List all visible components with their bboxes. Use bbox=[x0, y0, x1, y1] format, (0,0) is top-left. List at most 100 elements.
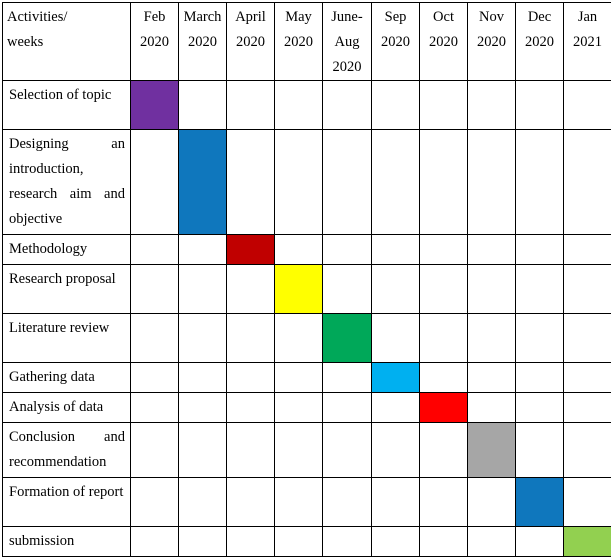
empty-cell-1-3 bbox=[275, 130, 323, 235]
empty-cell-3-9 bbox=[564, 265, 611, 314]
activity-label: Methodology bbox=[3, 235, 130, 264]
empty-cell-7-6 bbox=[420, 423, 468, 478]
month-header-line: 2020 bbox=[181, 30, 224, 55]
empty-cell-2-3 bbox=[275, 235, 323, 265]
empty-cell-2-5 bbox=[372, 235, 420, 265]
table-row: Formation of report bbox=[3, 478, 611, 527]
gantt-bar-cell-1-1 bbox=[179, 130, 227, 235]
header-cell-month-1: March2020 bbox=[179, 3, 227, 81]
empty-cell-3-8 bbox=[516, 265, 564, 314]
header-cell-activities: Activities/ weeks bbox=[3, 3, 131, 81]
empty-cell-0-7 bbox=[468, 81, 516, 130]
empty-cell-4-6 bbox=[420, 314, 468, 363]
empty-cell-2-6 bbox=[420, 235, 468, 265]
activity-label-cell-7: Conclusion and recommendation bbox=[3, 423, 131, 478]
month-header-line: May bbox=[277, 5, 320, 30]
gantt-bar-purple bbox=[131, 81, 178, 129]
empty-cell-2-0 bbox=[131, 235, 179, 265]
empty-cell-3-2 bbox=[227, 265, 275, 314]
empty-cell-5-7 bbox=[468, 363, 516, 393]
gantt-bar-light-green bbox=[564, 527, 611, 556]
header-cell-month-3: May2020 bbox=[275, 3, 323, 81]
month-header-line: 2020 bbox=[374, 30, 417, 55]
empty-cell-0-4 bbox=[323, 81, 372, 130]
gantt-bar-blue bbox=[179, 130, 226, 234]
empty-cell-5-4 bbox=[323, 363, 372, 393]
empty-cell-9-1 bbox=[179, 527, 227, 557]
gantt-chart-container: Activities/ weeks Feb2020March2020April2… bbox=[0, 2, 611, 531]
activity-label: Gathering data bbox=[3, 363, 130, 392]
empty-cell-9-6 bbox=[420, 527, 468, 557]
corner-header-text: Activities/ weeks bbox=[3, 3, 130, 55]
empty-cell-2-9 bbox=[564, 235, 611, 265]
table-row: Literature review bbox=[3, 314, 611, 363]
empty-cell-7-8 bbox=[516, 423, 564, 478]
empty-cell-4-5 bbox=[372, 314, 420, 363]
empty-cell-1-4 bbox=[323, 130, 372, 235]
empty-cell-5-3 bbox=[275, 363, 323, 393]
month-header-text: Oct2020 bbox=[420, 3, 467, 55]
table-row: Conclusion and recommendation bbox=[3, 423, 611, 478]
empty-cell-8-3 bbox=[275, 478, 323, 527]
empty-cell-3-4 bbox=[323, 265, 372, 314]
empty-cell-7-9 bbox=[564, 423, 611, 478]
empty-cell-8-4 bbox=[323, 478, 372, 527]
empty-cell-6-4 bbox=[323, 393, 372, 423]
activity-label-cell-0: Selection of topic bbox=[3, 81, 131, 130]
empty-cell-8-9 bbox=[564, 478, 611, 527]
month-header-line: Dec bbox=[518, 5, 561, 30]
month-header-line: April bbox=[229, 5, 272, 30]
gantt-bar-cell-0-0 bbox=[131, 81, 179, 130]
gantt-bar-cell-4-4 bbox=[323, 314, 372, 363]
gantt-table: Activities/ weeks Feb2020March2020April2… bbox=[2, 2, 611, 557]
month-header-text: March2020 bbox=[179, 3, 226, 55]
header-cell-month-8: Dec2020 bbox=[516, 3, 564, 81]
activity-label: submission bbox=[3, 527, 130, 556]
month-header-line: 2020 bbox=[229, 30, 272, 55]
activity-label: Selection of topic bbox=[3, 81, 130, 110]
empty-cell-1-9 bbox=[564, 130, 611, 235]
activity-label: Literature review bbox=[3, 314, 130, 343]
empty-cell-7-2 bbox=[227, 423, 275, 478]
month-header-line: 2020 bbox=[277, 30, 320, 55]
header-cell-month-7: Nov2020 bbox=[468, 3, 516, 81]
month-header-text: Jan2021 bbox=[564, 3, 611, 55]
month-header-line: 2020 bbox=[133, 30, 176, 55]
month-header-text: Feb2020 bbox=[131, 3, 178, 55]
empty-cell-1-2 bbox=[227, 130, 275, 235]
empty-cell-7-4 bbox=[323, 423, 372, 478]
gantt-bar-cell-2-2 bbox=[227, 235, 275, 265]
gantt-bar-cyan bbox=[372, 363, 419, 392]
gantt-bar-green bbox=[323, 314, 371, 362]
month-header-text: Nov2020 bbox=[468, 3, 515, 55]
month-header-text: Sep2020 bbox=[372, 3, 419, 55]
table-header-row: Activities/ weeks Feb2020March2020April2… bbox=[3, 3, 611, 81]
month-header-line: Nov bbox=[470, 5, 513, 30]
empty-cell-6-2 bbox=[227, 393, 275, 423]
empty-cell-4-8 bbox=[516, 314, 564, 363]
empty-cell-0-1 bbox=[179, 81, 227, 130]
corner-header-line-1: Activities/ bbox=[7, 5, 126, 30]
empty-cell-6-5 bbox=[372, 393, 420, 423]
empty-cell-1-6 bbox=[420, 130, 468, 235]
activity-label-cell-3: Research proposal bbox=[3, 265, 131, 314]
activity-label: Analysis of data bbox=[3, 393, 130, 422]
activity-label-cell-6: Analysis of data bbox=[3, 393, 131, 423]
empty-cell-0-2 bbox=[227, 81, 275, 130]
empty-cell-2-8 bbox=[516, 235, 564, 265]
empty-cell-5-1 bbox=[179, 363, 227, 393]
gantt-bar-cell-5-5 bbox=[372, 363, 420, 393]
month-header-line: 2020 bbox=[518, 30, 561, 55]
empty-cell-0-8 bbox=[516, 81, 564, 130]
empty-cell-3-7 bbox=[468, 265, 516, 314]
gantt-bar-dark-red bbox=[227, 235, 274, 264]
empty-cell-2-4 bbox=[323, 235, 372, 265]
header-cell-month-5: Sep2020 bbox=[372, 3, 420, 81]
month-header-text: April2020 bbox=[227, 3, 274, 55]
empty-cell-0-3 bbox=[275, 81, 323, 130]
header-cell-month-0: Feb2020 bbox=[131, 3, 179, 81]
month-header-line: 2020 bbox=[325, 55, 369, 80]
activity-label: Designing an introduction, research aim … bbox=[3, 130, 130, 234]
activity-label-cell-4: Literature review bbox=[3, 314, 131, 363]
empty-cell-5-0 bbox=[131, 363, 179, 393]
